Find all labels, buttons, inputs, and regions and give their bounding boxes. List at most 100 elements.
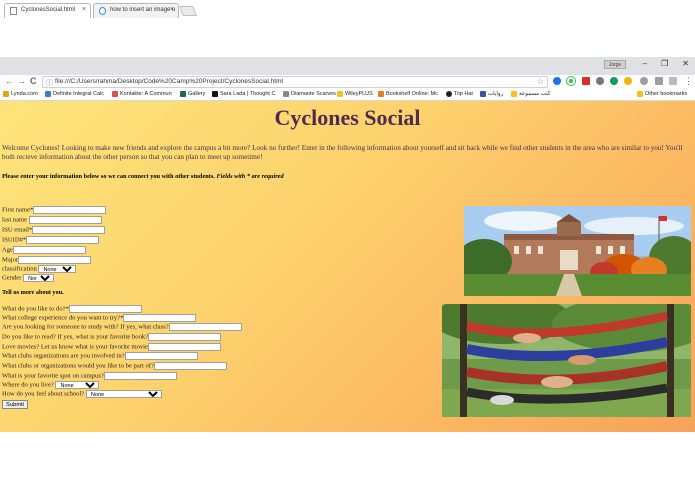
other-bookmarks[interactable]: Other bookmarks [637,91,687,97]
bookmark-item[interactable]: كتب مسموعة [511,91,550,97]
feel-row: How do you feel about school? None [2,390,162,398]
bookmark-icon [3,91,9,97]
star-icon[interactable]: ☆ [537,77,544,86]
extension-icon[interactable] [567,77,575,85]
gender-row: Gender None [2,274,55,282]
classification-select[interactable]: None [38,265,77,273]
tab-label: CyclonesSocial.html [21,7,76,13]
favorite-book-row: Do you like to read? If yes, what is you… [2,333,222,341]
bookmark-icon [378,91,384,97]
page-title: Cyclones Social [274,105,421,130]
clubs-join-input[interactable] [153,362,227,370]
tab-label: how to insert an image u [110,7,176,13]
back-button[interactable]: ← [5,76,14,86]
bookmark-icon [212,91,218,97]
extension-icon[interactable] [610,77,618,85]
clubs-join-row: What clubs or organizations would you li… [2,362,227,370]
clubs-involved-row: What clubs organizations are you involve… [2,352,198,360]
bookmark-item[interactable]: Definite Integral Calc [45,91,104,97]
new-tab-button[interactable] [179,6,197,16]
close-icon[interactable]: × [170,6,174,13]
bookmark-item[interactable]: Diamante Scarves [283,91,336,97]
minimize-button[interactable]: – [643,59,647,68]
intro-paragraph: Welcome Cyclones! Looking to make new fr… [2,144,683,161]
favorite-movie-input[interactable] [147,343,221,351]
favorite-spot-row: What is your favorite spot on campus? [2,372,177,380]
bookmark-icon [112,91,118,97]
bookmark-item[interactable]: Top Hat [446,91,473,97]
age-row: Age [2,246,86,254]
tab-cyclones-social[interactable]: CyclonesSocial.html × [4,3,91,18]
extension-icon[interactable] [624,77,632,85]
address-text: file:///C:/Users/rahma/Desktop/Code%20Ca… [55,78,283,85]
page-content: Cyclones Social Welcome Cyclones! Lookin… [0,101,695,432]
menu-icon[interactable]: ⋮ [684,76,693,87]
close-icon[interactable]: × [82,6,86,13]
bookmark-icon [480,91,486,97]
bookmark-item[interactable]: Gallery [180,91,205,97]
campus-building-photo [464,206,691,296]
folder-icon [637,91,643,97]
restore-button[interactable]: ❐ [661,59,668,68]
info-icon[interactable]: ⓘ [46,78,53,87]
reload-button[interactable]: C [30,76,37,86]
extension-icon[interactable] [553,77,561,85]
email-input[interactable] [32,226,106,234]
bookmark-icon [283,91,289,97]
extension-icon[interactable] [669,77,677,85]
bookmark-item[interactable]: Bookshelf Online: Mc [378,91,438,97]
required-note: Fields with * are required [216,173,284,180]
tab-insert-image[interactable]: how to insert an image u × [93,3,179,18]
favorite-movie-row: Love movies? Let us know what is your fa… [2,343,221,351]
live-row: Where do you live? None [2,381,100,389]
bookmarks-bar: Lynda.com Definite Integral Calc Kontakt… [0,89,695,101]
google-icon [99,7,106,15]
clubs-involved-input[interactable] [124,352,198,360]
pdf-extension-icon[interactable] [582,77,590,85]
isuid-row: ISUID#* [2,236,100,244]
close-window-button[interactable]: ✕ [682,59,689,68]
study-partner-row: Are you looking for someone to study wit… [2,323,242,331]
like-to-do-input[interactable] [68,305,142,313]
bookmark-item[interactable]: Lynda.com [3,91,38,97]
college-experience-row: What college experience do you want to t… [2,314,197,322]
first-name-input[interactable] [33,206,107,214]
study-partner-input[interactable] [168,323,242,331]
isuid-input[interactable] [26,236,100,244]
bookmark-item[interactable]: Sara Lada | Thought C [212,91,275,97]
extension-icon[interactable] [596,77,604,85]
form-instructions: Please enter your information below so w… [2,173,284,180]
tab-strip [0,57,695,75]
extension-icon[interactable] [640,77,648,85]
feel-select[interactable]: None [85,390,162,398]
major-input[interactable] [18,256,92,264]
bookmark-icon [446,91,452,97]
bookmark-item[interactable]: WileyPLUS [337,91,373,97]
bookmark-item[interactable]: Kontakte: A Commun [112,91,172,97]
window-controls: – ❐ ✕ [643,59,689,68]
college-experience-input[interactable] [123,314,197,322]
classification-row: classification None [2,265,77,273]
bookmark-icon [180,91,186,97]
gender-select[interactable]: None [23,274,55,282]
hammocks-photo [442,304,691,417]
hammocks-illustration [442,304,691,417]
profile-button[interactable]: Jorge [604,60,626,69]
forward-button[interactable]: → [17,76,26,86]
bookmark-item[interactable]: روايات [480,91,503,97]
live-select[interactable]: None [55,381,100,389]
last-name-input[interactable] [28,216,102,224]
page-icon [10,7,17,15]
folder-icon [511,91,517,97]
submit-button[interactable]: Submit [2,400,29,409]
bookmark-icon [337,91,343,97]
favorite-spot-input[interactable] [103,372,177,380]
extension-icon[interactable] [655,77,663,85]
like-to-do-row: What do you like to do?* [2,305,142,313]
first-name-row: First name* [2,206,107,214]
favorite-book-input[interactable] [148,333,222,341]
address-bar[interactable]: ⓘ file:///C:/Users/rahma/Desktop/Code%20… [42,76,548,88]
age-input[interactable] [13,246,86,254]
last-name-row: last name [2,216,102,224]
email-row: ISU email* [2,226,106,234]
